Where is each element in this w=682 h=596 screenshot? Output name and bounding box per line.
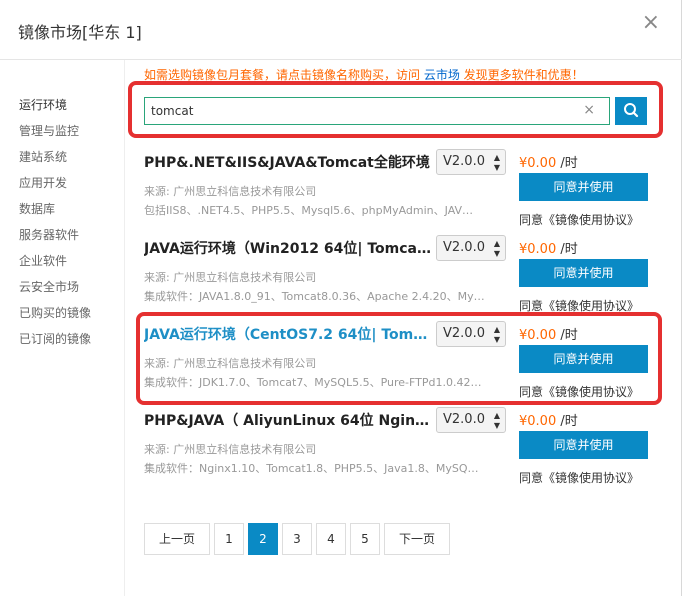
- image-packages: 包括IIS8、.NET4.5、PHP5.5、Mysql5.6、phpMyAdmi…: [144, 204, 474, 217]
- agreement-link[interactable]: 同意《镜像使用协议》: [519, 211, 639, 228]
- sidebar-item-subscribed[interactable]: 已订阅的镜像: [19, 330, 91, 347]
- image-name[interactable]: PHP&.NET&IIS&JAVA&Tomcat全能环境: [144, 152, 434, 172]
- sidebar-item-security-market[interactable]: 云安全市场: [19, 278, 79, 295]
- image-packages: 集成软件：JAVA1.8.0_91、Tomcat8.0.36、Apache 2.…: [144, 290, 485, 303]
- sidebar-item-management[interactable]: 管理与监控: [19, 122, 79, 139]
- agree-use-button[interactable]: 同意并使用: [519, 173, 648, 201]
- version-value: V2.0.0: [443, 412, 485, 427]
- page-button-1[interactable]: 1: [214, 523, 244, 555]
- image-name[interactable]: PHP&JAVA（ AliyunLinux 64位 Nginx |…: [144, 410, 434, 430]
- sidebar-item-server-software[interactable]: 服务器软件: [19, 226, 79, 243]
- price-unit: /时: [556, 156, 578, 171]
- image-price: ¥0.00 /时: [519, 238, 578, 257]
- price-unit: /时: [556, 414, 578, 429]
- sidebar-item-site-building[interactable]: 建站系统: [19, 148, 67, 165]
- dialog-header: 镜像市场[华东 1] ×: [0, 0, 682, 60]
- image-row: PHP&.NET&IIS&JAVA&Tomcat全能环境 V2.0.0 ▲ ▼ 来源…: [144, 149, 654, 235]
- price-amount: ¥0.00: [519, 242, 557, 257]
- image-row: PHP&JAVA（ AliyunLinux 64位 Nginx |… V2.0.…: [144, 407, 654, 493]
- row-highlight-annotation: [136, 312, 662, 405]
- image-source: 来源: 广州思立科信息技术有限公司: [144, 443, 317, 456]
- agree-use-button[interactable]: 同意并使用: [519, 431, 648, 459]
- sidebar-item-enterprise[interactable]: 企业软件: [19, 252, 67, 269]
- sidebar-item-app-dev[interactable]: 应用开发: [19, 174, 67, 191]
- version-select[interactable]: V2.0.0 ▲ ▼: [436, 407, 506, 433]
- cloud-market-link[interactable]: 云市场: [424, 68, 460, 82]
- agree-use-button[interactable]: 同意并使用: [519, 259, 648, 287]
- close-icon[interactable]: ×: [642, 12, 660, 34]
- notice-suffix: 发现更多软件和优惠！: [459, 68, 584, 82]
- search-highlight-annotation: [128, 81, 663, 138]
- price-unit: /时: [556, 242, 578, 257]
- sidebar-item-purchased[interactable]: 已购买的镜像: [19, 304, 91, 321]
- page-button-2[interactable]: 2: [248, 523, 278, 555]
- image-source: 来源: 广州思立科信息技术有限公司: [144, 185, 317, 198]
- version-value: V2.0.0: [443, 154, 485, 169]
- prev-page-button[interactable]: 上一页: [144, 523, 210, 555]
- next-page-button[interactable]: 下一页: [384, 523, 450, 555]
- notice-prefix: 如需选购镜像包月套餐，请点击镜像名称购买，访问: [144, 68, 424, 82]
- select-arrows-icon: ▲ ▼: [493, 239, 500, 258]
- sidebar-item-database[interactable]: 数据库: [19, 200, 55, 217]
- image-packages: 集成软件：Nginx1.10、Tomcat1.8、PHP5.5、Java1.8、…: [144, 462, 479, 475]
- sidebar-item-runtime[interactable]: 运行环境: [19, 96, 67, 113]
- category-sidebar: 运行环境 管理与监控 建站系统 应用开发 数据库 服务器软件 企业软件 云安全市…: [0, 60, 124, 596]
- image-price: ¥0.00 /时: [519, 410, 578, 429]
- image-row: JAVA运行环境（Win2012 64位| Tomcat… V2.0.0 ▲ ▼ 来…: [144, 235, 654, 321]
- price-amount: ¥0.00: [519, 414, 557, 429]
- version-select[interactable]: V2.0.0 ▲ ▼: [436, 235, 506, 261]
- page-button-3[interactable]: 3: [282, 523, 312, 555]
- agreement-link[interactable]: 同意《镜像使用协议》: [519, 469, 639, 486]
- dialog-title: 镜像市场[华东 1]: [18, 23, 142, 42]
- sidebar-divider: [124, 60, 125, 596]
- image-price: ¥0.00 /时: [519, 152, 578, 171]
- select-arrows-icon: ▲ ▼: [493, 411, 500, 430]
- version-select[interactable]: V2.0.0 ▲ ▼: [436, 149, 506, 175]
- page-button-5[interactable]: 5: [350, 523, 380, 555]
- select-arrows-icon: ▲ ▼: [493, 153, 500, 172]
- image-name[interactable]: JAVA运行环境（Win2012 64位| Tomcat…: [144, 238, 434, 258]
- version-value: V2.0.0: [443, 240, 485, 255]
- image-source: 来源: 广州思立科信息技术有限公司: [144, 271, 317, 284]
- price-amount: ¥0.00: [519, 156, 557, 171]
- page-button-4[interactable]: 4: [316, 523, 346, 555]
- image-market-dialog: 镜像市场[华东 1] × 运行环境 管理与监控 建站系统 应用开发 数据库 服务…: [0, 0, 682, 596]
